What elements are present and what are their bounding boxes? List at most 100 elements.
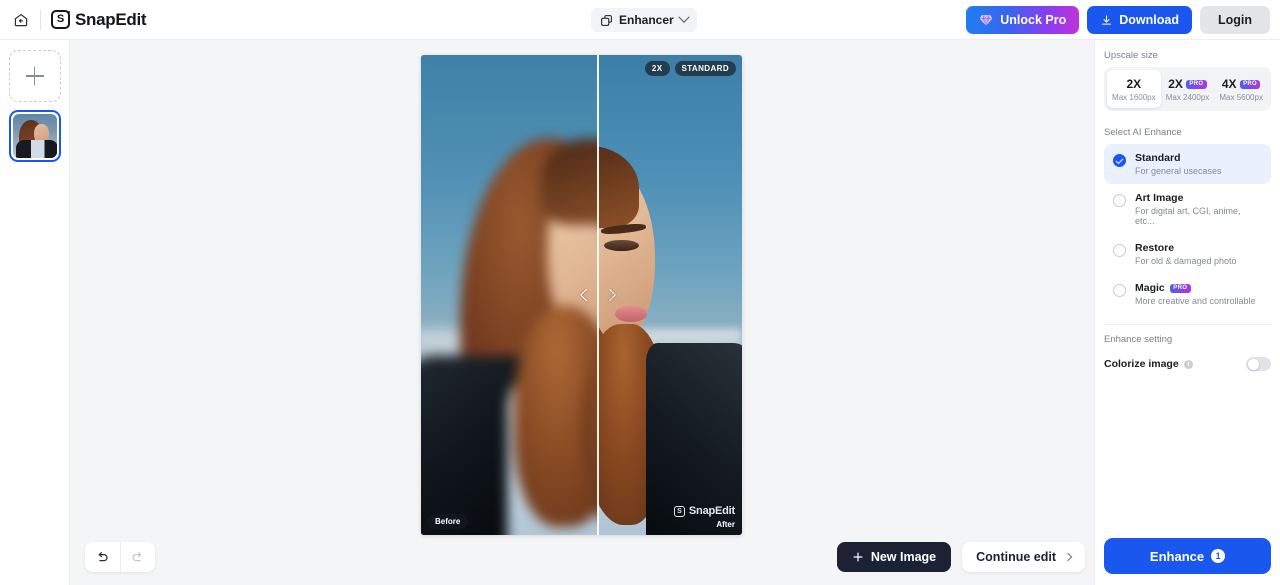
chevron-down-icon	[678, 11, 690, 23]
download-button[interactable]: Download	[1087, 6, 1192, 34]
upscale-max: Max 2400px	[1165, 93, 1210, 102]
redo-button[interactable]	[119, 542, 156, 572]
download-label: Download	[1119, 13, 1179, 27]
toggle-knob	[1247, 358, 1259, 370]
comparison-slider-handle[interactable]	[579, 288, 616, 302]
enhance-option-desc: For old & damaged photo	[1135, 256, 1237, 266]
image-thumbnail-1[interactable]	[8, 110, 61, 162]
enhance-option-title: Magic PRO	[1135, 282, 1256, 294]
new-image-label: New Image	[870, 550, 937, 564]
download-icon	[1102, 14, 1112, 25]
enhance-option-desc: More creative and controllable	[1135, 296, 1256, 306]
plus-icon	[853, 552, 863, 562]
colorize-toggle[interactable]	[1246, 357, 1271, 371]
before-after-viewer[interactable]: 2X STANDARD Before S SnapEdit After	[421, 55, 742, 535]
radio-icon	[1113, 244, 1126, 257]
upscale-option-title: 2X	[1109, 77, 1159, 91]
enhance-button-label: Enhance	[1149, 548, 1205, 564]
brand-name: SnapEdit	[75, 9, 147, 29]
upscale-option-2x-pro[interactable]: 2X PRO Max 2400px	[1161, 70, 1215, 108]
gem-icon	[980, 15, 993, 26]
redo-icon	[132, 551, 142, 561]
brand-mark-letter: S	[56, 13, 65, 25]
enhance-option-art-image[interactable]: Art Image For digital art, CGI, anime, e…	[1104, 184, 1271, 234]
radio-selected-icon	[1113, 154, 1126, 167]
snapedit-watermark: S SnapEdit	[673, 505, 735, 517]
credit-badge: 1	[1211, 549, 1226, 563]
pro-badge: PRO	[1185, 79, 1207, 89]
tool-selector-enhancer[interactable]: Enhancer	[591, 8, 697, 32]
editor-canvas: 2X STANDARD Before S SnapEdit After New …	[70, 40, 1094, 585]
brand-dot-1	[68, 11, 70, 13]
enhance-button[interactable]: Enhance 1	[1104, 538, 1271, 574]
enhance-option-title: Standard	[1135, 152, 1222, 164]
canvas-actions: New Image Continue edit	[836, 542, 1085, 572]
upscale-factor: 2X	[1168, 77, 1183, 91]
enhance-section-label: Select AI Enhance	[1104, 127, 1182, 138]
thumbnail-preview	[12, 114, 57, 158]
panel-divider	[1104, 324, 1271, 325]
new-image-button[interactable]: New Image	[836, 542, 952, 572]
pro-badge: PRO	[1239, 79, 1261, 89]
add-image-tile[interactable]	[8, 50, 61, 102]
undo-icon	[98, 551, 108, 561]
chevron-left-icon	[579, 288, 593, 302]
login-button[interactable]: Login	[1199, 6, 1270, 34]
image-rail	[0, 40, 70, 585]
upscale-option-4x-pro[interactable]: 4X PRO Max 5600px	[1214, 70, 1268, 108]
ai-enhance-options: Standard For general usecases Art Image …	[1104, 144, 1271, 314]
history-controls	[85, 542, 155, 572]
radio-icon	[1113, 194, 1126, 207]
enhance-title-text: Art Image	[1135, 192, 1184, 204]
header-actions: Unlock Pro Download Login	[966, 6, 1270, 34]
watermark-mark-icon: S	[673, 505, 685, 517]
enhance-option-restore[interactable]: Restore For old & damaged photo	[1104, 234, 1271, 274]
app-header: S SnapEdit Enhancer Unlock Pro Download …	[0, 0, 1280, 40]
enhance-option-desc: For digital art, CGI, anime, etc...	[1135, 206, 1241, 226]
image-badges: 2X STANDARD	[644, 61, 736, 76]
plus-icon	[25, 67, 44, 85]
enhance-title-text: Magic	[1135, 282, 1165, 294]
upscale-max: Max 1600px	[1112, 93, 1156, 102]
watermark-text: SnapEdit	[688, 505, 735, 517]
unlock-pro-button[interactable]: Unlock Pro	[966, 6, 1080, 34]
enhance-title-text: Restore	[1135, 242, 1175, 254]
enhance-option-desc: For general usecases	[1135, 166, 1222, 176]
photo-lips	[615, 305, 648, 322]
enhance-option-title: Restore	[1135, 242, 1237, 254]
enhance-option-magic[interactable]: Magic PRO More creative and controllable	[1104, 274, 1271, 314]
upscale-factor: 2X	[1126, 77, 1142, 91]
setting-section-label: Enhance setting	[1104, 334, 1173, 345]
badge-mode: STANDARD	[674, 61, 736, 76]
upscale-max: Max 5600px	[1219, 93, 1263, 102]
thumb-body	[15, 140, 57, 158]
colorize-label: Colorize image	[1104, 358, 1179, 370]
continue-edit-button[interactable]: Continue edit	[962, 542, 1085, 572]
before-label: Before	[427, 514, 469, 529]
upscale-option-title: 4X PRO	[1216, 77, 1266, 91]
info-icon[interactable]: i	[1183, 359, 1193, 369]
settings-panel: Upscale size 2X Max 1600px 2X PRO Max 24…	[1094, 40, 1280, 585]
before-image-clip	[421, 55, 598, 535]
snapedit-app: S SnapEdit Enhancer Unlock Pro Download …	[0, 0, 1280, 585]
home-back-button[interactable]	[8, 7, 34, 33]
undo-button[interactable]	[85, 542, 120, 572]
enhance-option-standard[interactable]: Standard For general usecases	[1104, 144, 1271, 184]
brand-mark-icon: S	[51, 10, 70, 29]
upscale-section-label: Upscale size	[1104, 50, 1158, 61]
header-divider	[40, 9, 41, 30]
tool-selector-label: Enhancer	[619, 13, 674, 27]
brand-logo[interactable]: S SnapEdit	[51, 9, 147, 30]
colorize-label-group: Colorize image i	[1104, 358, 1193, 370]
upscale-option-title: 2X PRO	[1163, 77, 1213, 91]
upscale-option-2x-free[interactable]: 2X Max 1600px	[1107, 70, 1161, 108]
login-label: Login	[1217, 13, 1252, 27]
before-image	[421, 55, 598, 535]
badge-scale: 2X	[644, 61, 670, 76]
enhance-title-text: Standard	[1135, 152, 1181, 164]
chevron-right-icon	[1063, 552, 1073, 562]
after-label: After	[716, 520, 735, 529]
continue-edit-label: Continue edit	[976, 550, 1056, 564]
chevron-right-icon	[602, 288, 616, 302]
upscale-size-group: 2X Max 1600px 2X PRO Max 2400px 4X PRO M…	[1104, 67, 1271, 111]
